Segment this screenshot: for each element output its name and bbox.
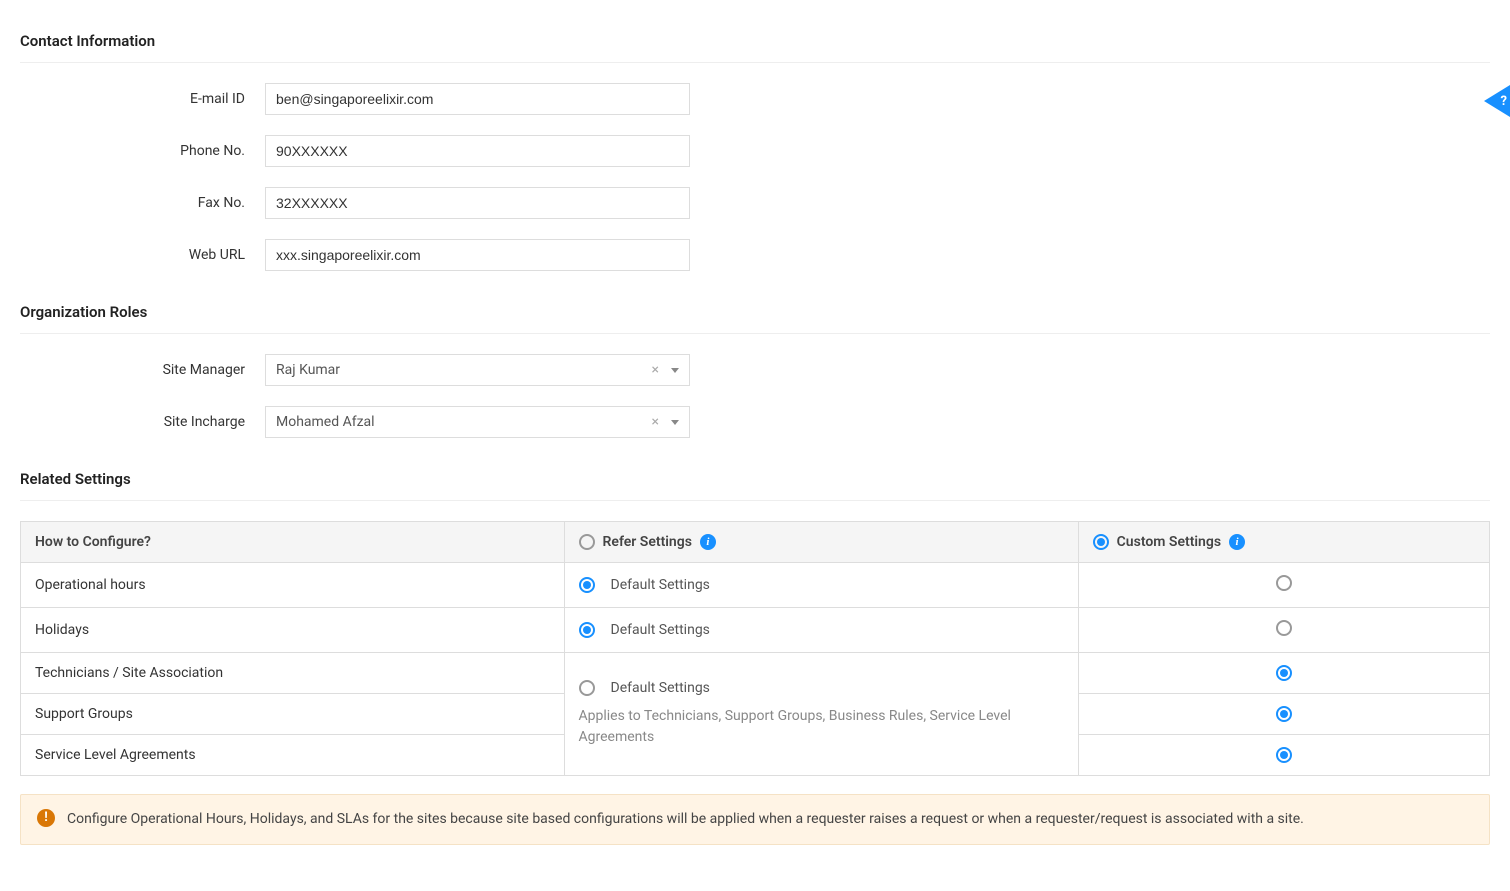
weburl-label: Web URL (20, 247, 265, 263)
row-technicians-label: Technicians / Site Association (35, 665, 223, 681)
row-operational-hours-label: Operational hours (35, 577, 146, 593)
phone-label: Phone No. (20, 143, 265, 159)
chevron-down-icon (671, 368, 679, 373)
default-settings-label: Default Settings (611, 577, 710, 593)
holidays-custom-radio[interactable] (1276, 620, 1292, 636)
info-icon[interactable] (1229, 534, 1245, 550)
email-field[interactable] (265, 83, 690, 115)
contact-section-title: Contact Information (20, 20, 1490, 63)
sla-custom-radio[interactable] (1276, 747, 1292, 763)
header-custom-label: Custom Settings (1117, 534, 1221, 550)
related-section-title: Related Settings (20, 458, 1490, 501)
clear-icon[interactable]: × (652, 414, 659, 430)
support-groups-custom-radio[interactable] (1276, 706, 1292, 722)
row-sla-label: Service Level Agreements (35, 747, 196, 763)
site-manager-label: Site Manager (20, 362, 265, 378)
custom-settings-header-radio[interactable] (1093, 534, 1109, 550)
applies-note: Applies to Technicians, Support Groups, … (579, 706, 1064, 748)
technicians-custom-radio[interactable] (1276, 665, 1292, 681)
default-settings-label: Default Settings (611, 680, 710, 696)
holidays-refer-radio[interactable] (579, 622, 595, 638)
clear-icon[interactable]: × (652, 362, 659, 378)
default-settings-group-radio[interactable] (579, 680, 595, 696)
operational-hours-refer-radio[interactable] (579, 577, 595, 593)
fax-label: Fax No. (20, 195, 265, 211)
refer-settings-header-radio[interactable] (579, 534, 595, 550)
org-section-title: Organization Roles (20, 291, 1490, 334)
fax-field[interactable] (265, 187, 690, 219)
warning-icon (37, 809, 55, 827)
chevron-down-icon (671, 420, 679, 425)
info-icon[interactable] (700, 534, 716, 550)
email-label: E-mail ID (20, 91, 265, 107)
table-row: Holidays Default Settings (21, 608, 1490, 653)
site-incharge-value: Mohamed Afzal (276, 414, 652, 430)
operational-hours-custom-radio[interactable] (1276, 575, 1292, 591)
site-manager-value: Raj Kumar (276, 362, 652, 378)
alert-bar: Configure Operational Hours, Holidays, a… (20, 794, 1490, 845)
related-settings-table: How to Configure? Refer Settings Custom … (20, 521, 1490, 776)
help-icon: ? (1501, 94, 1507, 109)
table-row: Technicians / Site Association Default S… (21, 653, 1490, 694)
site-manager-dropdown[interactable]: Raj Kumar × (265, 354, 690, 386)
default-settings-label: Default Settings (611, 622, 710, 638)
site-incharge-dropdown[interactable]: Mohamed Afzal × (265, 406, 690, 438)
weburl-field[interactable] (265, 239, 690, 271)
table-row: Operational hours Default Settings (21, 563, 1490, 608)
header-refer-label: Refer Settings (603, 534, 692, 550)
phone-field[interactable] (265, 135, 690, 167)
row-holidays-label: Holidays (35, 622, 89, 638)
header-configure: How to Configure? (21, 522, 565, 563)
alert-text: Configure Operational Hours, Holidays, a… (67, 809, 1304, 830)
row-support-groups-label: Support Groups (35, 706, 133, 722)
site-incharge-label: Site Incharge (20, 414, 265, 430)
